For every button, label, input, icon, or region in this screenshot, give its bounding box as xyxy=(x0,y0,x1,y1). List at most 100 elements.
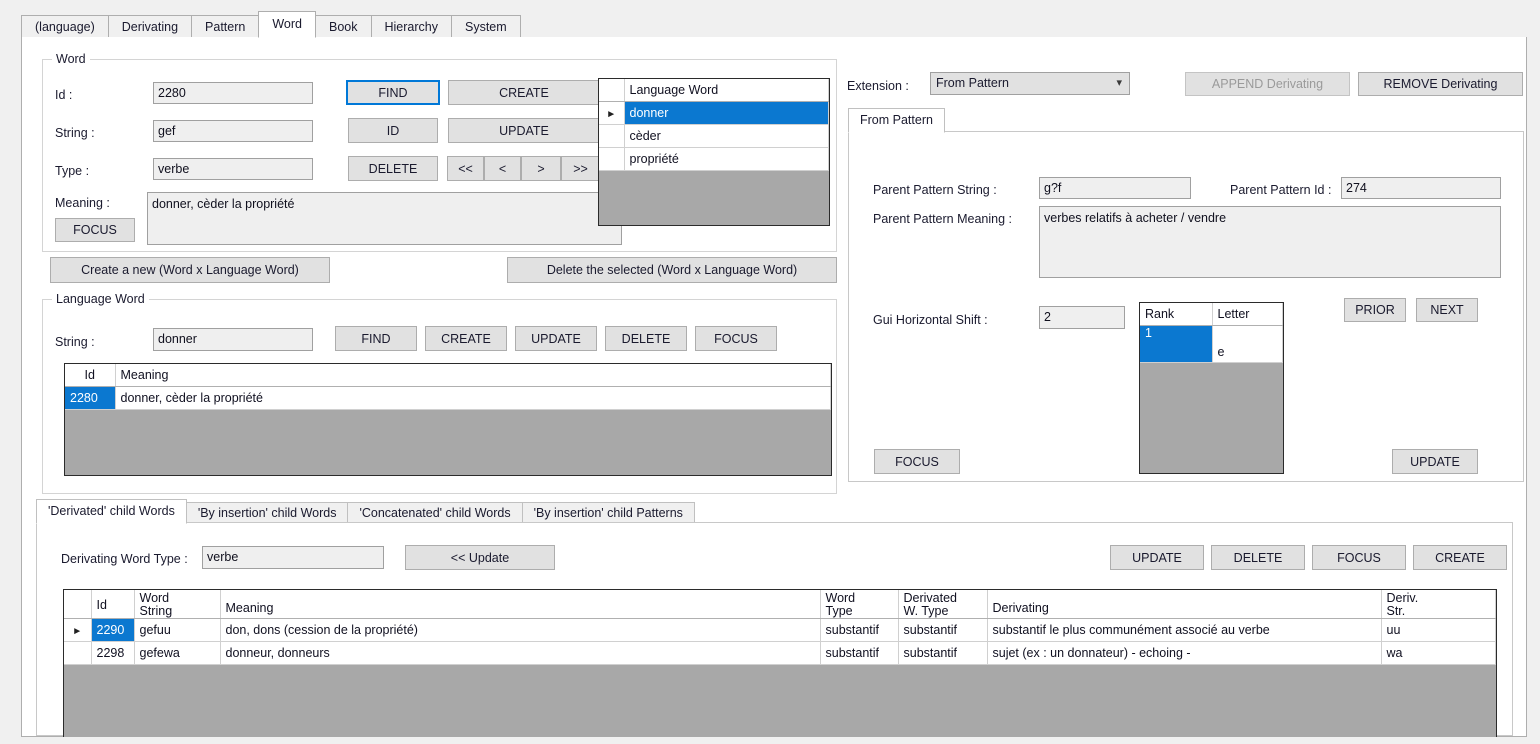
derivating-word-type-input[interactable]: verbe xyxy=(202,546,384,569)
cell-word-string[interactable]: gefewa xyxy=(134,642,220,665)
cell-id[interactable]: 2298 xyxy=(91,642,134,665)
cell-derivated-w-type[interactable]: substantif xyxy=(898,619,987,642)
word-find-button[interactable]: FIND xyxy=(346,80,440,105)
tab-by-insertion-child-patterns[interactable]: 'By insertion' child Patterns xyxy=(522,502,695,523)
tab-by-insertion-child-words[interactable]: 'By insertion' child Words xyxy=(186,502,349,523)
word-meaning-input[interactable]: donner, cèder la propriété xyxy=(147,192,622,245)
cell-word-string[interactable]: gefuu xyxy=(134,619,220,642)
tab-book[interactable]: Book xyxy=(315,15,372,37)
language-word-cell[interactable]: donner xyxy=(624,102,829,125)
extension-combobox[interactable]: From Pattern ▾ xyxy=(930,72,1130,95)
col-header-derivated-w-type[interactable]: Derivated W. Type xyxy=(898,590,987,619)
main-tab-strip: (language) Derivating Pattern Word Book … xyxy=(21,12,1527,38)
tab-hierarchy[interactable]: Hierarchy xyxy=(371,15,453,37)
language-word-cell[interactable]: propriété xyxy=(624,148,829,171)
col-header-word-type[interactable]: Word Type xyxy=(820,590,898,619)
parent-pattern-string-input[interactable]: g?f xyxy=(1039,177,1191,199)
tab-word[interactable]: Word xyxy=(258,11,316,38)
child-words-focus-button[interactable]: FOCUS xyxy=(1312,545,1406,570)
language-word-cell[interactable]: cèder xyxy=(624,125,829,148)
table-row[interactable]: 2280 donner, cèder la propriété xyxy=(65,387,831,410)
word-update-button[interactable]: UPDATE xyxy=(448,118,600,143)
col-header-deriv-str[interactable]: Deriv. Str. xyxy=(1381,590,1496,619)
col-header-meaning[interactable]: Meaning xyxy=(220,590,820,619)
letters-grid-letter-cell[interactable]: e xyxy=(1212,326,1283,363)
grid-corner-cell xyxy=(64,590,91,619)
tab-system[interactable]: System xyxy=(451,15,521,37)
col-header-id[interactable]: Id xyxy=(91,590,134,619)
col-header-word-string-line2: String xyxy=(140,605,220,618)
word-meaning-focus-button[interactable]: FOCUS xyxy=(55,218,135,242)
lw-grid-meaning-header[interactable]: Meaning xyxy=(115,364,831,387)
cell-deriv-str[interactable]: wa xyxy=(1381,642,1496,665)
word-delete-button[interactable]: DELETE xyxy=(348,156,438,181)
table-row[interactable]: ► donner xyxy=(599,102,829,125)
language-word-focus-button[interactable]: FOCUS xyxy=(695,326,777,351)
col-header-derivating[interactable]: Derivating xyxy=(987,590,1381,619)
word-string-input[interactable]: gef xyxy=(153,120,313,142)
word-nav-next-button[interactable]: > xyxy=(521,156,561,181)
cell-meaning[interactable]: don, dons (cession de la propriété) xyxy=(220,619,820,642)
pattern-next-button[interactable]: NEXT xyxy=(1416,298,1478,322)
from-pattern-update-button[interactable]: UPDATE xyxy=(1392,449,1478,474)
table-row[interactable]: 2298 gefewa donneur, donneurs substantif… xyxy=(64,642,1496,665)
cell-derivated-w-type[interactable]: substantif xyxy=(898,642,987,665)
pattern-letters-grid[interactable]: Rank Letter 1 e xyxy=(1139,302,1284,474)
child-words-create-button[interactable]: CREATE xyxy=(1413,545,1507,570)
language-word-string-input[interactable]: donner xyxy=(153,328,313,351)
tab-derivating[interactable]: Derivating xyxy=(108,15,192,37)
tab-concatenated-child-words[interactable]: 'Concatenated' child Words xyxy=(347,502,522,523)
tab-derivated-child-words[interactable]: 'Derivated' child Words xyxy=(36,499,187,524)
tab-pattern[interactable]: Pattern xyxy=(191,15,259,37)
tab-language[interactable]: (language) xyxy=(21,15,109,37)
delete-word-language-word-button[interactable]: Delete the selected (Word x Language Wor… xyxy=(507,257,837,283)
table-row[interactable]: ► 2290 gefuu don, dons (cession de la pr… xyxy=(64,619,1496,642)
from-pattern-focus-button[interactable]: FOCUS xyxy=(874,449,960,474)
language-word-delete-button[interactable]: DELETE xyxy=(605,326,687,351)
cell-id[interactable]: 2290 xyxy=(91,619,134,642)
table-row[interactable]: 1 e xyxy=(1140,326,1283,363)
remove-derivating-button[interactable]: REMOVE Derivating xyxy=(1358,72,1523,96)
parent-pattern-id-input[interactable]: 274 xyxy=(1341,177,1501,199)
tab-from-pattern[interactable]: From Pattern xyxy=(848,108,945,133)
language-word-list-grid[interactable]: Language Word ► donner cèder propriété xyxy=(598,78,830,226)
from-pattern-panel: Parent Pattern String : g?f Parent Patte… xyxy=(848,131,1524,482)
cell-derivating[interactable]: sujet (ex : un donnateur) - echoing - xyxy=(987,642,1381,665)
word-nav-last-button[interactable]: >> xyxy=(561,156,600,181)
language-word-update-button[interactable]: UPDATE xyxy=(515,326,597,351)
language-word-find-button[interactable]: FIND xyxy=(335,326,417,351)
child-words-grid[interactable]: Id Word String Meaning Word Type xyxy=(63,589,1497,737)
col-header-word-string[interactable]: Word String xyxy=(134,590,220,619)
cell-deriv-str[interactable]: uu xyxy=(1381,619,1496,642)
lw-grid-meaning-cell[interactable]: donner, cèder la propriété xyxy=(115,387,831,410)
language-word-column-header[interactable]: Language Word xyxy=(624,79,829,102)
cell-derivating[interactable]: substantif le plus communément associé a… xyxy=(987,619,1381,642)
lw-grid-id-header[interactable]: Id xyxy=(65,364,115,387)
letters-grid-rank-header[interactable]: Rank xyxy=(1140,303,1212,326)
append-derivating-button[interactable]: APPEND Derivating xyxy=(1185,72,1350,96)
word-create-button[interactable]: CREATE xyxy=(448,80,600,105)
create-word-language-word-button[interactable]: Create a new (Word x Language Word) xyxy=(50,257,330,283)
language-word-meaning-grid[interactable]: Id Meaning 2280 donner, cèder la proprié… xyxy=(64,363,832,476)
lw-grid-id-cell[interactable]: 2280 xyxy=(65,387,115,410)
table-row[interactable]: propriété xyxy=(599,148,829,171)
cell-meaning[interactable]: donneur, donneurs xyxy=(220,642,820,665)
child-words-tab-strip: 'Derivated' child Words 'By insertion' c… xyxy=(36,498,1513,523)
letters-grid-rank-cell[interactable]: 1 xyxy=(1140,326,1212,363)
cell-word-type[interactable]: substantif xyxy=(820,619,898,642)
parent-pattern-meaning-input[interactable]: verbes relatifs à acheter / vendre xyxy=(1039,206,1501,278)
word-id-input[interactable]: 2280 xyxy=(153,82,313,104)
word-type-input[interactable]: verbe xyxy=(153,158,313,180)
language-word-create-button[interactable]: CREATE xyxy=(425,326,507,351)
gui-horizontal-shift-input[interactable]: 2 xyxy=(1039,306,1125,329)
letters-grid-letter-header[interactable]: Letter xyxy=(1212,303,1283,326)
pattern-prior-button[interactable]: PRIOR xyxy=(1344,298,1406,322)
word-id-button[interactable]: ID xyxy=(348,118,438,143)
word-nav-first-button[interactable]: << xyxy=(447,156,484,181)
table-row[interactable]: cèder xyxy=(599,125,829,148)
word-nav-prev-button[interactable]: < xyxy=(484,156,521,181)
child-words-update-button[interactable]: UPDATE xyxy=(1110,545,1204,570)
derivating-word-type-update-button[interactable]: << Update xyxy=(405,545,555,570)
cell-word-type[interactable]: substantif xyxy=(820,642,898,665)
child-words-delete-button[interactable]: DELETE xyxy=(1211,545,1305,570)
